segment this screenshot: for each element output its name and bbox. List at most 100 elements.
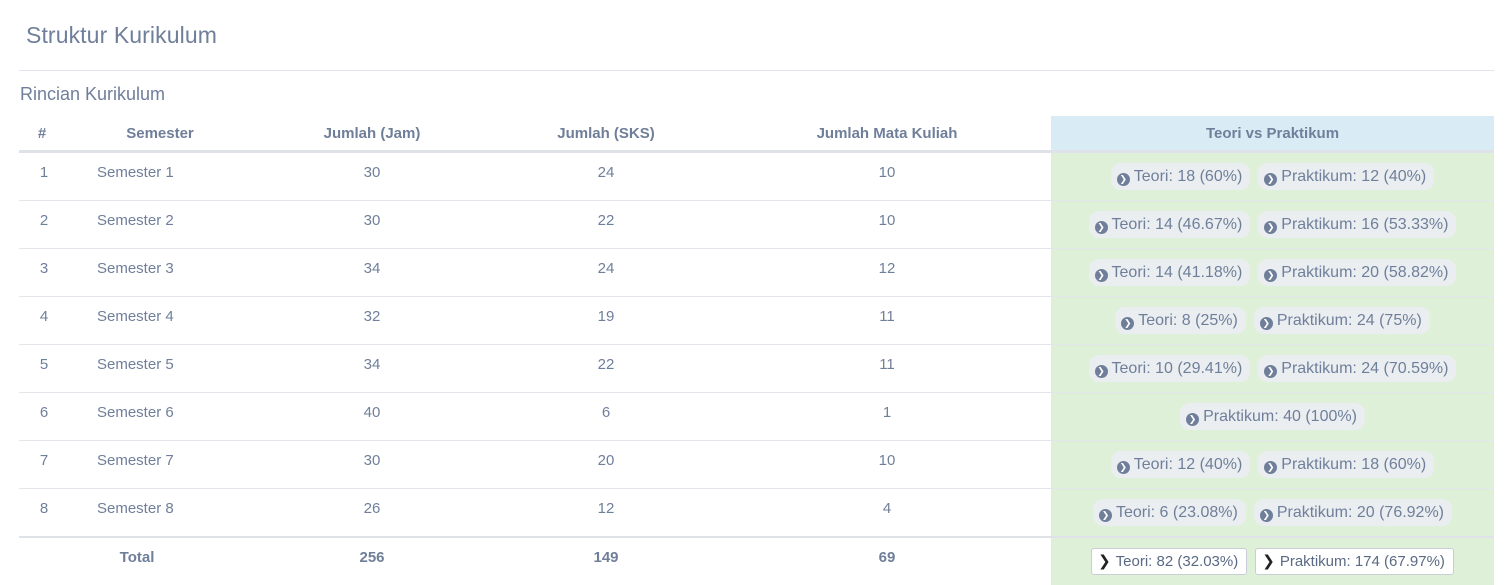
row-semester: Semester 3 <box>65 248 255 297</box>
total-sks: 149 <box>489 536 723 585</box>
chevron-circle-right-icon: ❯ <box>1264 461 1278 474</box>
row-jumlah-jam: 40 <box>255 392 489 441</box>
row-teori-vs-praktikum: ❯ Teori: 18 (60%) ❯ Praktikum: 12 (40%) <box>1051 151 1494 201</box>
row-jumlah-sks: 22 <box>489 200 723 249</box>
chevron-circle-right-icon: ❯ <box>1094 221 1108 234</box>
row-jumlah-jam: 34 <box>255 248 489 297</box>
praktikum-badge-label: Praktikum: 12 (40%) <box>1281 168 1427 185</box>
chevron-circle-right-icon: ❯ <box>1264 365 1278 378</box>
title-divider <box>19 70 1494 71</box>
teori-badge-label: Teori: 8 (25%) <box>1138 312 1238 329</box>
row-teori-vs-praktikum: ❯ Teori: 6 (23.08%) ❯ Praktikum: 20 (76.92%… <box>1051 488 1494 537</box>
row-jumlah-sks: 6 <box>489 392 723 441</box>
chevron-circle-right-icon: ❯ <box>1116 173 1130 186</box>
row-semester: Semester 5 <box>65 344 255 393</box>
teori-badge: ❯ Teori: 6 (23.08%) <box>1092 499 1246 526</box>
chevron-circle-right-icon: ❯ <box>1116 461 1130 474</box>
page-title: Struktur Kurikulum <box>26 22 217 48</box>
praktikum-badge: ❯ Praktikum: 12 (40%) <box>1258 163 1435 190</box>
praktikum-badge: ❯ Praktikum: 24 (75%) <box>1253 307 1430 334</box>
row-semester: Semester 6 <box>65 392 255 441</box>
section-title: Rincian Kurikulum <box>20 84 166 104</box>
chevron-circle-right-icon: ❯ <box>1259 317 1273 330</box>
total-teori-vs-praktikum: ❯ Teori: 82 (32.03%) ❯ Praktikum: 174 (67.9… <box>1051 536 1494 585</box>
row-jumlah-sks: 22 <box>489 344 723 393</box>
teori-badge: ❯ Teori: 8 (25%) <box>1115 307 1246 334</box>
header-jumlah-sks: Jumlah (SKS) <box>489 116 723 153</box>
row-teori-vs-praktikum: ❯ Teori: 14 (46.67%) ❯ Praktikum: 16 (53.33… <box>1051 200 1494 249</box>
table-total-row: Total 256 149 69 ❯ Teori: 82 (32.03%) ❯ Pra… <box>19 536 1494 585</box>
total-teori-label: Teori: 82 (32.03%) <box>1115 553 1239 570</box>
table-row: 4 Semester 4 32 19 11 ❯ Teori: 8 (25%) ❯ Praktik… <box>19 296 1494 345</box>
chevron-circle-right-icon: ❯ <box>1121 317 1135 330</box>
total-praktikum-label: Praktikum: 174 (67.97%) <box>1279 553 1445 570</box>
teori-badge: ❯ Teori: 14 (46.67%) <box>1088 211 1251 238</box>
row-jumlah-mata-kuliah: 11 <box>723 296 1051 345</box>
total-praktikum-button[interactable]: ❯ Praktikum: 174 (67.97%) <box>1255 548 1454 575</box>
row-jumlah-mata-kuliah: 12 <box>723 248 1051 297</box>
row-jumlah-mata-kuliah: 1 <box>723 392 1051 441</box>
teori-badge-label: Teori: 12 (40%) <box>1133 456 1243 473</box>
row-semester: Semester 7 <box>65 440 255 489</box>
table-row: 7 Semester 7 30 20 10 ❯ Teori: 12 (40%) ❯ Prakti… <box>19 440 1494 489</box>
table-header-row: # Semester Jumlah (Jam) Jumlah (SKS) Jum… <box>19 116 1494 153</box>
row-teori-vs-praktikum: ❯ Praktikum: 40 (100%) <box>1051 392 1494 441</box>
row-jumlah-mata-kuliah: 10 <box>723 151 1051 201</box>
chevron-circle-right-icon: ❯ <box>1264 173 1278 186</box>
table-body: 1 Semester 1 30 24 10 ❯ Teori: 18 (60%) ❯ Prakti… <box>19 151 1494 537</box>
table-row: 1 Semester 1 30 24 10 ❯ Teori: 18 (60%) ❯ Prakti… <box>19 151 1494 201</box>
row-semester: Semester 8 <box>65 488 255 537</box>
row-jumlah-jam: 30 <box>255 200 489 249</box>
chevron-circle-right-icon: ❯ <box>1094 269 1108 282</box>
praktikum-badge: ❯ Praktikum: 18 (60%) <box>1258 451 1435 478</box>
praktikum-badge-label: Praktikum: 40 (100%) <box>1203 408 1357 425</box>
chevron-right-icon: ❯ <box>1262 553 1275 570</box>
row-jumlah-mata-kuliah: 4 <box>723 488 1051 537</box>
row-jumlah-jam: 32 <box>255 296 489 345</box>
row-jumlah-sks: 12 <box>489 488 723 537</box>
table-row: 5 Semester 5 34 22 11 ❯ Teori: 10 (29.41%) ❯ Pra… <box>19 344 1494 393</box>
row-number: 4 <box>19 296 65 345</box>
praktikum-badge: ❯ Praktikum: 20 (76.92%) <box>1253 499 1453 526</box>
praktikum-badge: ❯ Praktikum: 20 (58.82%) <box>1258 259 1457 286</box>
praktikum-badge-label: Praktikum: 20 (58.82%) <box>1281 264 1449 281</box>
teori-badge-label: Teori: 6 (23.08%) <box>1115 504 1238 521</box>
praktikum-badge-label: Praktikum: 18 (60%) <box>1281 456 1427 473</box>
total-teori-button[interactable]: ❯ Teori: 82 (32.03%) <box>1091 548 1248 575</box>
row-number: 6 <box>19 392 65 441</box>
table-row: 3 Semester 3 34 24 12 ❯ Teori: 14 (41.18%) ❯ Pra… <box>19 248 1494 297</box>
header-jumlah-mata-kuliah: Jumlah Mata Kuliah <box>723 116 1051 153</box>
row-teori-vs-praktikum: ❯ Teori: 10 (29.41%) ❯ Praktikum: 24 (70.59… <box>1051 344 1494 393</box>
teori-badge: ❯ Teori: 10 (29.41%) <box>1088 355 1251 382</box>
chevron-right-icon: ❯ <box>1098 553 1111 570</box>
row-jumlah-sks: 24 <box>489 151 723 201</box>
row-jumlah-mata-kuliah: 10 <box>723 200 1051 249</box>
praktikum-badge-label: Praktikum: 16 (53.33%) <box>1281 216 1449 233</box>
praktikum-badge: ❯ Praktikum: 16 (53.33%) <box>1258 211 1457 238</box>
row-jumlah-jam: 34 <box>255 344 489 393</box>
header-teori-vs-praktikum: Teori vs Praktikum <box>1051 116 1494 153</box>
chevron-circle-right-icon: ❯ <box>1264 269 1278 282</box>
row-semester: Semester 1 <box>65 151 255 201</box>
row-jumlah-jam: 26 <box>255 488 489 537</box>
total-mata-kuliah: 69 <box>723 536 1051 585</box>
teori-badge-label: Teori: 18 (60%) <box>1133 168 1243 185</box>
row-teori-vs-praktikum: ❯ Teori: 12 (40%) ❯ Praktikum: 18 (60%) <box>1051 440 1494 489</box>
teori-badge: ❯ Teori: 12 (40%) <box>1110 451 1251 478</box>
row-semester: Semester 2 <box>65 200 255 249</box>
row-number: 8 <box>19 488 65 537</box>
table-row: 8 Semester 8 26 12 4 ❯ Teori: 6 (23.08%) ❯ Prakt… <box>19 488 1494 537</box>
teori-badge-label: Teori: 14 (41.18%) <box>1111 264 1243 281</box>
chevron-circle-right-icon: ❯ <box>1264 221 1278 234</box>
row-number: 7 <box>19 440 65 489</box>
chevron-circle-right-icon: ❯ <box>1259 509 1273 522</box>
chevron-circle-right-icon: ❯ <box>1098 509 1112 522</box>
row-number: 2 <box>19 200 65 249</box>
row-jumlah-jam: 30 <box>255 151 489 201</box>
praktikum-badge-label: Praktikum: 20 (76.92%) <box>1276 504 1445 521</box>
total-label: Total <box>19 536 255 585</box>
row-teori-vs-praktikum: ❯ Teori: 8 (25%) ❯ Praktikum: 24 (75%) <box>1051 296 1494 345</box>
teori-badge: ❯ Teori: 18 (60%) <box>1110 163 1251 190</box>
row-jumlah-jam: 30 <box>255 440 489 489</box>
table-row: 6 Semester 6 40 6 1 ❯ Praktikum: 40 (100%) <box>19 392 1494 441</box>
